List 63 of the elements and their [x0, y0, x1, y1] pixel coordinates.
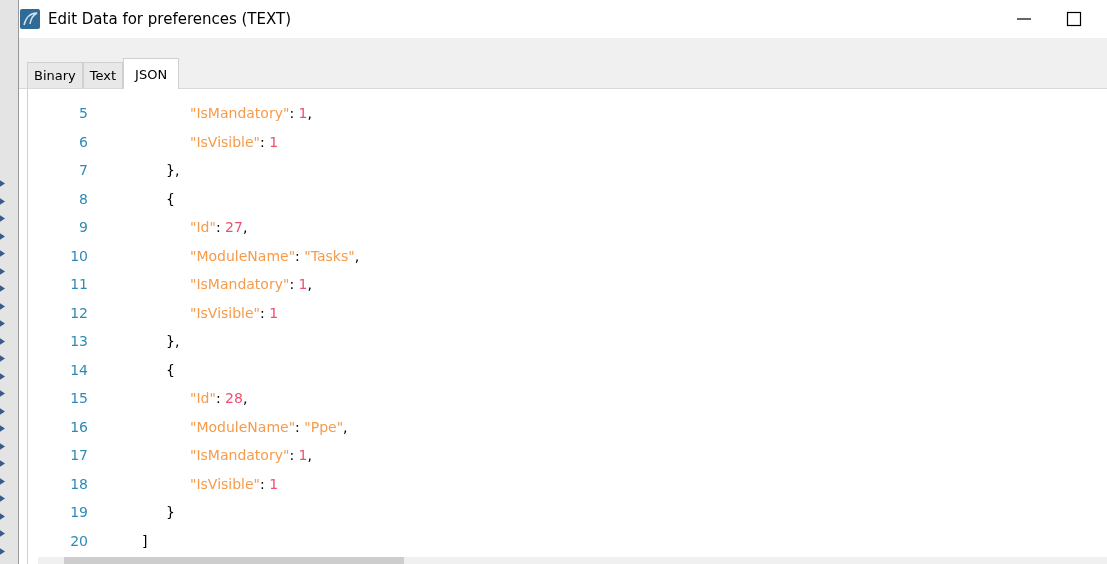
- arrow-icon: [0, 197, 5, 205]
- line-number: 8: [78, 190, 88, 207]
- arrow-icon: [0, 320, 5, 327]
- code-line: "IsMandatory": 1,: [190, 447, 312, 464]
- line-number: 15: [69, 390, 88, 407]
- line-number: 17: [69, 447, 88, 464]
- arrow-icon: [0, 355, 5, 362]
- arrow-icon: [0, 302, 5, 310]
- code-line: "ModuleName": "Tasks",: [190, 247, 360, 264]
- code-line: "Id": 28,: [190, 390, 248, 407]
- line-number: 10: [69, 247, 88, 264]
- line-number: 16: [69, 418, 88, 435]
- line-number: 5: [78, 105, 88, 122]
- tab[interactable]: JSON: [123, 58, 180, 89]
- line-number: 19: [69, 504, 88, 521]
- tab[interactable]: Text: [82, 62, 124, 88]
- code-line: "IsMandatory": 1,: [190, 276, 312, 293]
- code-line: "IsVisible": 1: [190, 304, 279, 321]
- maximize-icon: [1066, 11, 1082, 27]
- arrow-icon: [0, 530, 5, 537]
- arrow-icon: [0, 407, 5, 415]
- arrow-icon: [0, 372, 5, 380]
- arrow-icon: [0, 285, 5, 292]
- line-number: 6: [78, 133, 88, 150]
- arrow-icon: [0, 460, 5, 467]
- code-line: "ModuleName": "Ppe",: [190, 418, 348, 435]
- arrow-icon: [0, 232, 5, 240]
- line-number: 11: [69, 276, 88, 293]
- code-line: "IsMandatory": 1,: [190, 105, 312, 122]
- code-line: {: [166, 190, 175, 207]
- arrow-icon: [0, 215, 5, 222]
- arrow-icon: [0, 442, 5, 450]
- arrow-icon: [0, 390, 5, 397]
- code-line: {: [166, 361, 175, 378]
- arrow-icon: [0, 495, 5, 502]
- arrow-icon: [0, 512, 5, 520]
- arrow-icon: [0, 337, 5, 345]
- code-editor[interactable]: [27, 89, 1107, 564]
- code-line: }: [166, 504, 175, 521]
- line-number: 13: [69, 333, 88, 350]
- arrow-icon: [0, 267, 5, 275]
- line-number: 9: [78, 219, 88, 236]
- code-line: "IsVisible": 1: [190, 133, 279, 150]
- line-number: 12: [69, 304, 88, 321]
- line-number: 20: [69, 532, 88, 549]
- arrow-icon: [0, 180, 5, 187]
- arrow-icon: [0, 250, 5, 257]
- window-title: Edit Data for preferences (TEXT): [48, 10, 292, 28]
- code-line: "IsVisible": 1: [190, 475, 279, 492]
- code-line: ]: [142, 532, 148, 549]
- code-line: },: [166, 333, 180, 350]
- arrow-icon: [0, 425, 5, 432]
- arrow-icon: [0, 547, 5, 555]
- line-number: 18: [69, 475, 88, 492]
- line-number: 7: [78, 162, 88, 179]
- scrollbar-thumb[interactable]: [64, 557, 404, 564]
- arrow-icon: [0, 477, 5, 485]
- code-line: },: [166, 162, 180, 179]
- minimize-icon: [1016, 18, 1032, 20]
- code-line: "Id": 27,: [190, 219, 248, 236]
- line-number: 14: [69, 361, 88, 378]
- tab[interactable]: Binary: [27, 62, 83, 88]
- horizontal-scrollbar[interactable]: [38, 557, 1107, 564]
